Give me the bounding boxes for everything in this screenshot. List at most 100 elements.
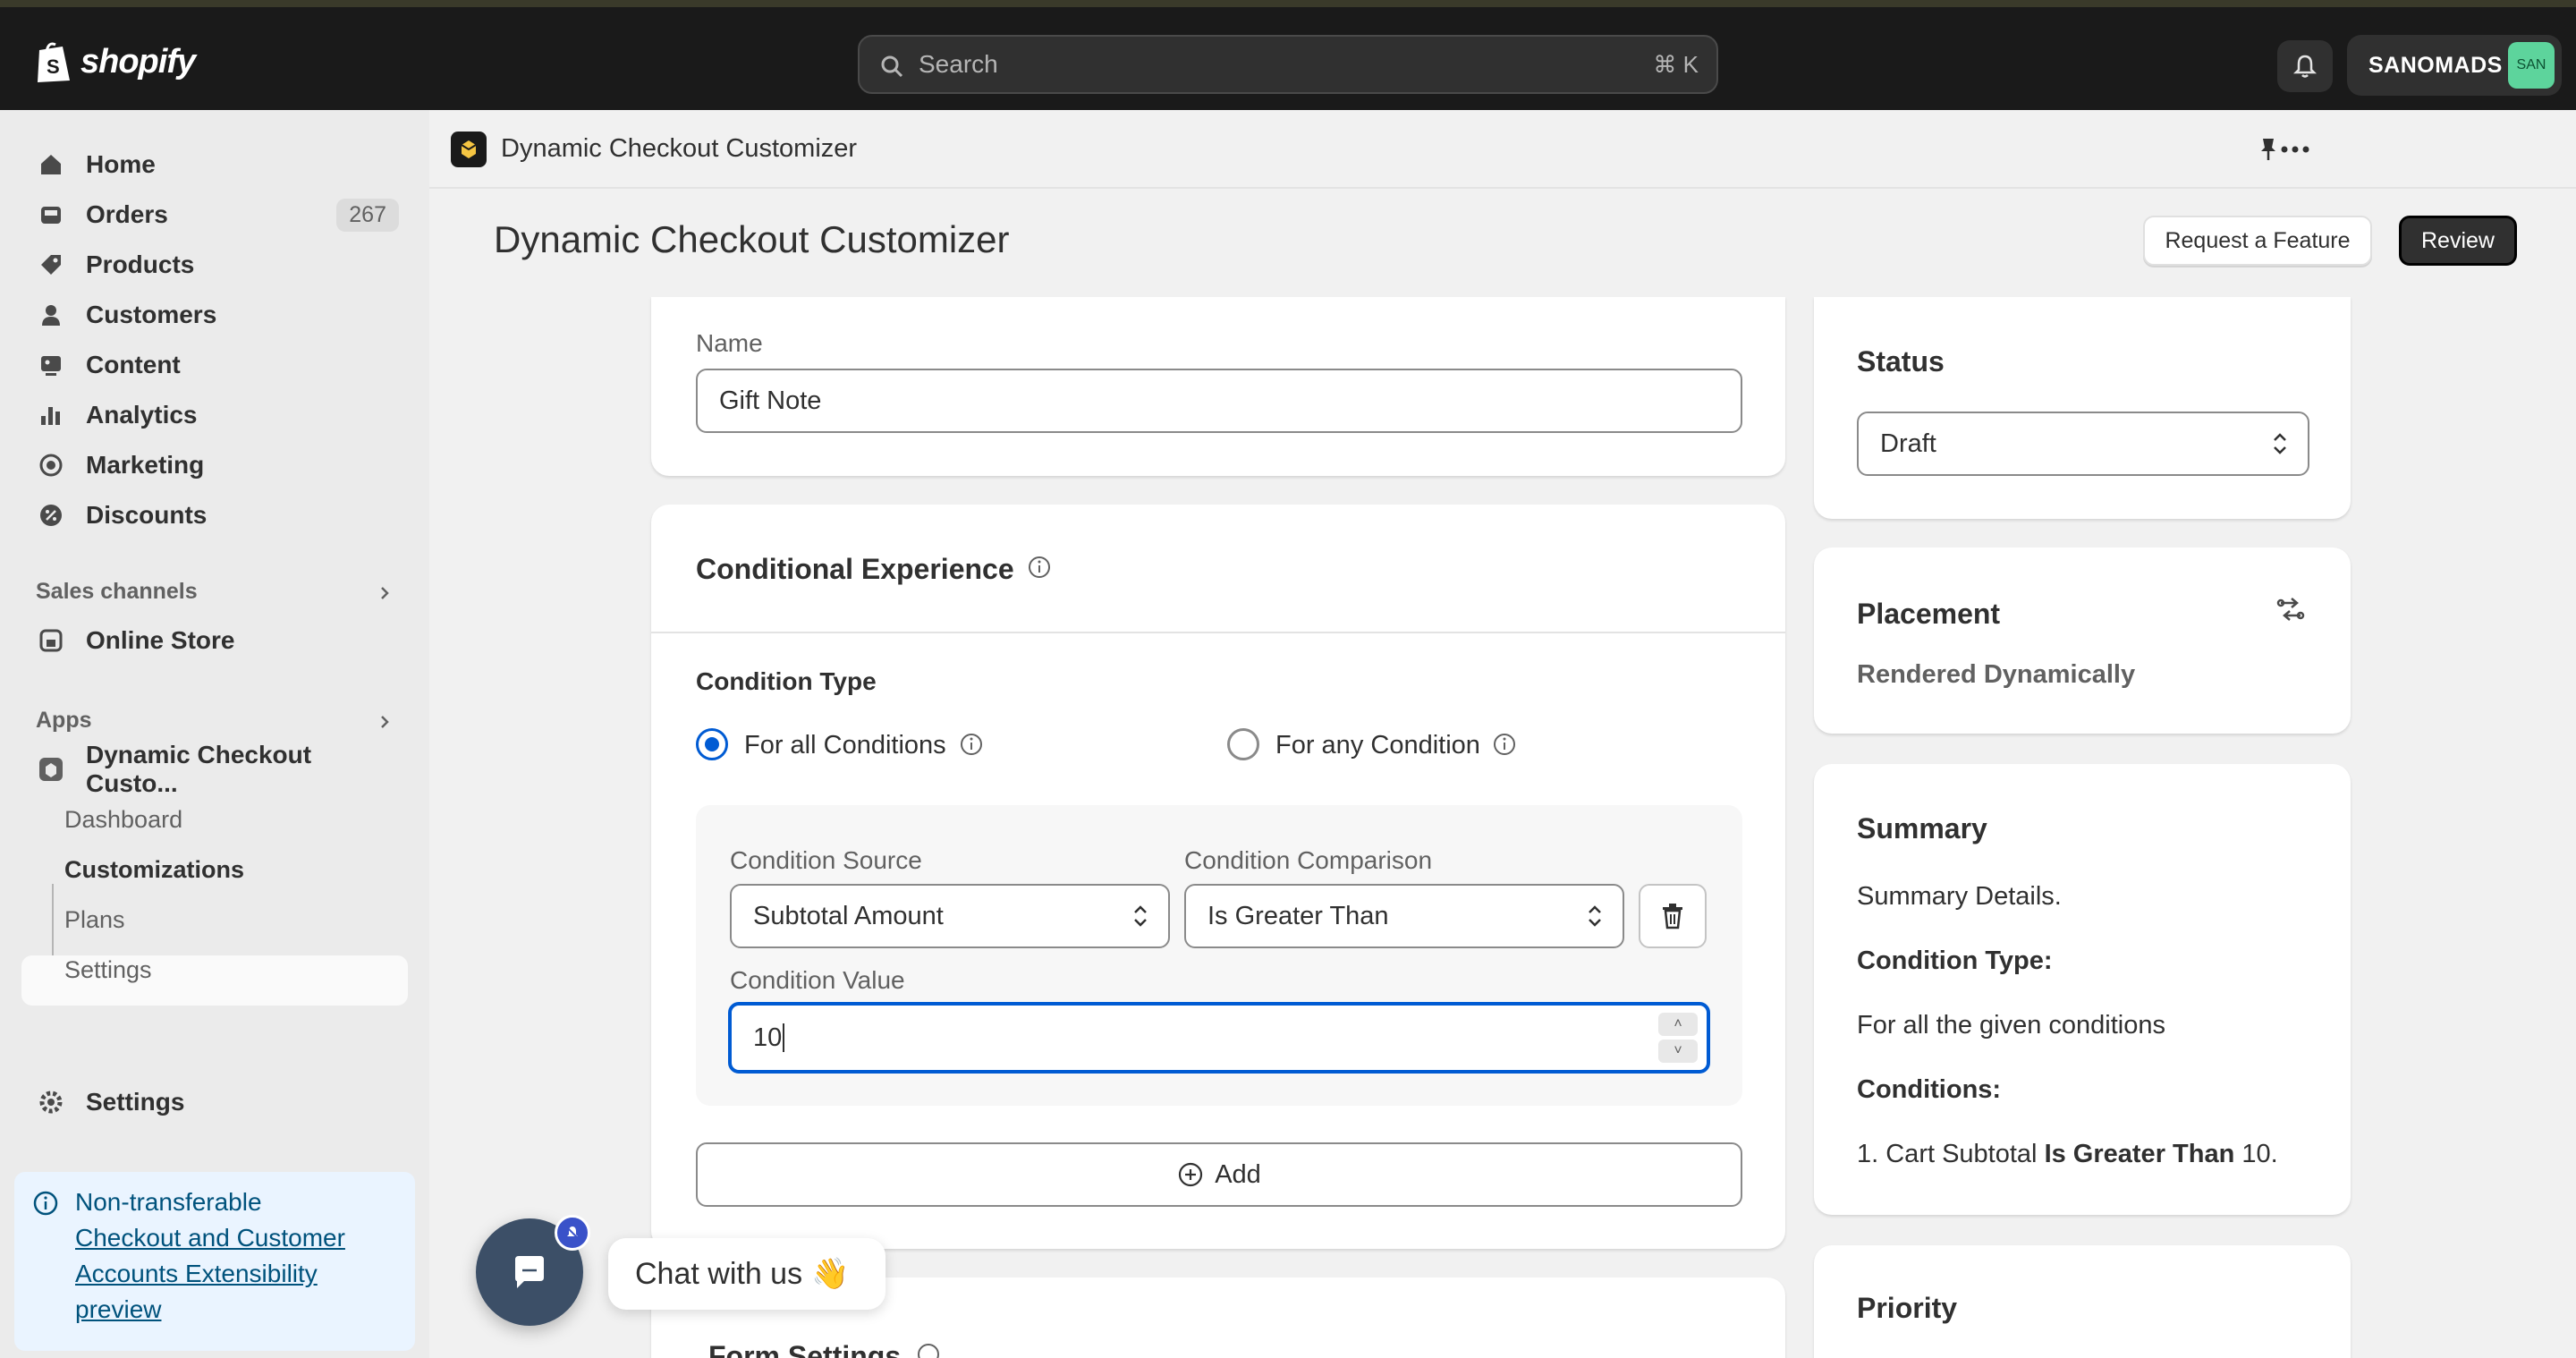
condition-type-label: Condition Type bbox=[696, 667, 877, 695]
sidebar-item-analytics[interactable]: Analytics bbox=[21, 391, 408, 439]
sidebar-item-customers[interactable]: Customers bbox=[21, 291, 408, 339]
app-icon bbox=[39, 758, 63, 781]
placement-card bbox=[1814, 547, 2351, 734]
sidebar-item-marketing[interactable]: Marketing bbox=[21, 441, 408, 489]
summary-line-prefix: 1. Cart Subtotal bbox=[1857, 1140, 2038, 1168]
sidebar-item-label: Dynamic Checkout Custo... bbox=[86, 741, 312, 797]
home-icon bbox=[41, 155, 61, 174]
person-icon bbox=[42, 305, 60, 326]
store-icon bbox=[39, 629, 63, 652]
bell-icon bbox=[2292, 55, 2318, 78]
info-icon[interactable] bbox=[1492, 732, 1517, 757]
sidebar-item-app[interactable]: Dynamic Checkout Custo... bbox=[21, 741, 408, 797]
select-arrows-icon bbox=[1134, 905, 1147, 927]
chevron-right-icon[interactable] bbox=[376, 713, 394, 731]
stepper-down-icon[interactable]: ˅ bbox=[1658, 1040, 1698, 1063]
sidebar-item-home[interactable]: Home bbox=[21, 140, 408, 189]
condition-value: 10 bbox=[753, 1023, 783, 1052]
sidebar-item-label: Content bbox=[86, 351, 181, 378]
info-icon[interactable] bbox=[959, 732, 984, 757]
condition-comparison-label: Condition Comparison bbox=[1184, 846, 1433, 874]
delete-condition-button[interactable] bbox=[1639, 884, 1707, 948]
summary-condition-type-value: For all the given conditions bbox=[1857, 1011, 2165, 1040]
name-label: Name bbox=[696, 329, 763, 357]
sidebar-item-products[interactable]: Products bbox=[21, 241, 408, 289]
radio-all-label: For all Conditions bbox=[744, 731, 946, 760]
svg-text:S: S bbox=[47, 55, 60, 78]
condition-source-select[interactable]: Subtotal Amount bbox=[730, 884, 1170, 948]
sidebar-item-label: Analytics bbox=[86, 401, 198, 429]
select-arrows-icon bbox=[1589, 905, 1601, 927]
summary-condition-type-label: Condition Type: bbox=[1857, 946, 2053, 975]
more-actions-icon[interactable] bbox=[2277, 135, 2313, 164]
condition-value-label: Condition Value bbox=[730, 966, 905, 994]
chevron-right-icon[interactable] bbox=[376, 584, 394, 602]
request-feature-button[interactable]: Request a Feature bbox=[2143, 216, 2372, 266]
preview-banner: Non-transferable Checkout and Customer A… bbox=[14, 1172, 415, 1351]
select-arrows-icon bbox=[2274, 433, 2286, 454]
sidebar-item-content[interactable]: Content bbox=[21, 341, 408, 389]
trash-icon bbox=[1663, 904, 1682, 929]
chat-with-us-button[interactable]: Chat with us 👋 bbox=[608, 1238, 886, 1310]
app-icon bbox=[451, 132, 487, 167]
store-menu-button[interactable]: SANOMADS SAN bbox=[2347, 35, 2562, 96]
info-icon[interactable] bbox=[1027, 555, 1052, 580]
waving-hand-icon: 👋 bbox=[811, 1257, 850, 1291]
condition-comparison-value: Is Greater Than bbox=[1208, 901, 1389, 930]
apps-heading[interactable]: Apps bbox=[36, 708, 92, 734]
radio-any-condition[interactable] bbox=[1227, 728, 1259, 760]
shopify-bag-icon: S bbox=[38, 42, 70, 82]
content-icon bbox=[41, 356, 61, 376]
avatar: SAN bbox=[2508, 42, 2555, 89]
banner-link[interactable]: Checkout and Customer Accounts Extensibi… bbox=[75, 1224, 345, 1323]
sidebar-item-online-store[interactable]: Online Store bbox=[21, 616, 408, 665]
name-value: Gift Note bbox=[719, 386, 822, 415]
add-condition-button[interactable]: Add bbox=[696, 1142, 1742, 1207]
status-value: Draft bbox=[1880, 429, 1936, 458]
summary-title: Summary bbox=[1857, 812, 1987, 845]
notification-badge bbox=[555, 1215, 590, 1251]
summary-line-bold: Is Greater Than bbox=[2044, 1140, 2235, 1168]
condition-value-input[interactable]: 10 ˄ ˅ bbox=[728, 1002, 1710, 1074]
sidebar-item-label: Home bbox=[86, 150, 156, 178]
number-stepper[interactable]: ˄ ˅ bbox=[1658, 1013, 1698, 1063]
sidebar-sub-dashboard[interactable]: Dashboard bbox=[64, 806, 182, 834]
sidebar-item-label: Discounts bbox=[86, 501, 208, 529]
placement-title: Placement bbox=[1857, 598, 2001, 630]
sidebar-item-orders[interactable]: Orders 267 bbox=[21, 191, 408, 239]
info-icon[interactable] bbox=[916, 1342, 941, 1358]
chat-icon bbox=[515, 1256, 544, 1288]
summary-condition-line: 1. Cart Subtotal Is Greater Than 10. bbox=[1857, 1140, 2278, 1169]
stepper-up-icon[interactable]: ˄ bbox=[1658, 1013, 1698, 1036]
search-placeholder: Search bbox=[919, 50, 998, 78]
sidebar-item-label: Online Store bbox=[86, 626, 235, 654]
notifications-button[interactable] bbox=[2277, 40, 2333, 92]
orders-count-badge: 267 bbox=[336, 198, 399, 232]
sidebar-item-settings[interactable]: Settings bbox=[21, 1078, 408, 1126]
chat-label: Chat with us bbox=[635, 1256, 803, 1291]
name-card: Name Gift Note bbox=[651, 297, 1785, 476]
radio-all-conditions[interactable] bbox=[696, 728, 728, 760]
condition-comparison-select[interactable]: Is Greater Than bbox=[1184, 884, 1624, 948]
sidebar-item-label: Marketing bbox=[86, 451, 205, 479]
review-button[interactable]: Review bbox=[2399, 216, 2517, 266]
form-settings-title: Form Settings bbox=[708, 1340, 902, 1358]
summary-conditions-label: Conditions: bbox=[1857, 1075, 2002, 1104]
sidebar-item-label: Customers bbox=[86, 301, 217, 328]
sales-channels-heading[interactable]: Sales channels bbox=[36, 579, 198, 605]
add-label: Add bbox=[1215, 1159, 1261, 1189]
condition-source-value: Subtotal Amount bbox=[753, 901, 944, 930]
banner-title: Non-transferable bbox=[75, 1188, 262, 1216]
shopify-logo[interactable]: S shopify bbox=[34, 39, 196, 84]
sidebar-item-label: Settings bbox=[86, 1088, 185, 1116]
sidebar-sub-plans[interactable]: Plans bbox=[64, 906, 125, 934]
swap-icon[interactable] bbox=[2275, 594, 2306, 624]
search-input[interactable]: Search ⌘ K bbox=[858, 35, 1718, 94]
name-input[interactable]: Gift Note bbox=[696, 369, 1742, 433]
radio-any-label: For any Condition bbox=[1275, 731, 1480, 760]
sidebar-item-discounts[interactable]: Discounts bbox=[21, 491, 408, 539]
status-select[interactable]: Draft bbox=[1857, 412, 2309, 476]
orders-icon bbox=[41, 207, 61, 224]
sidebar-sub-customizations[interactable]: Customizations bbox=[64, 856, 244, 884]
sidebar-sub-settings[interactable]: Settings bbox=[64, 956, 152, 984]
